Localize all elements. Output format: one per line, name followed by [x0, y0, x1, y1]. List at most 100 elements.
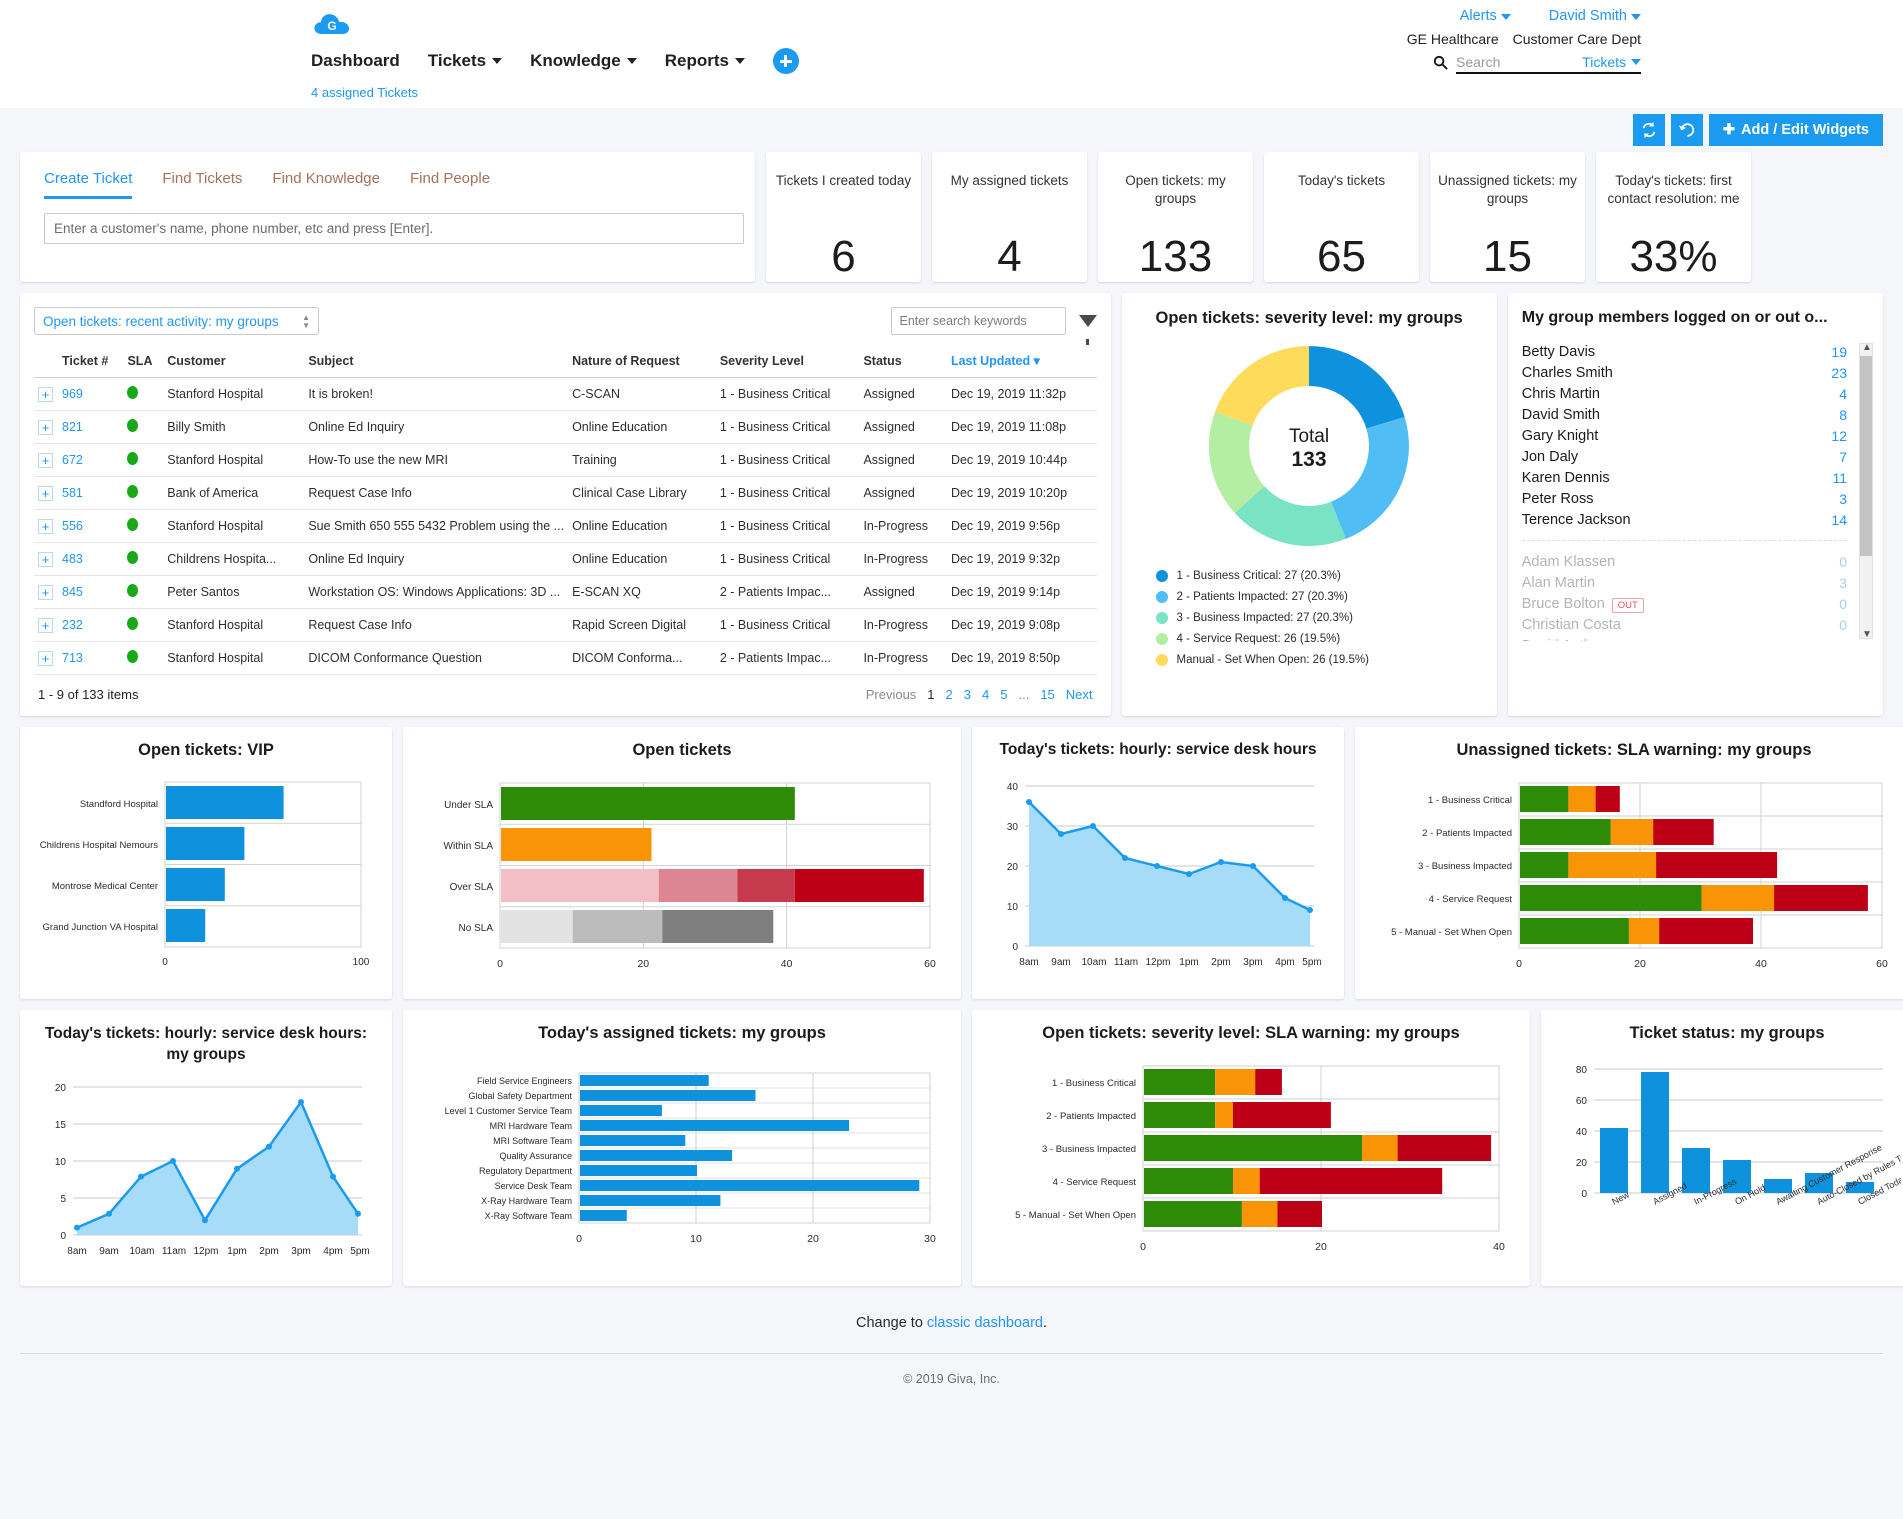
list-item[interactable]: Adam Klassen 0: [1522, 551, 1847, 572]
expand-row-icon[interactable]: +: [38, 419, 53, 435]
cell-ticket[interactable]: 483: [58, 542, 124, 576]
cell-ticket[interactable]: 232: [58, 608, 124, 642]
pagination-page-5[interactable]: 5: [1000, 687, 1007, 702]
nav-item-knowledge[interactable]: Knowledge: [530, 51, 637, 71]
pagination-next[interactable]: Next: [1066, 687, 1093, 702]
donut-slice-manual[interactable]: [1215, 346, 1310, 426]
list-item[interactable]: Terence Jackson 14: [1522, 509, 1847, 530]
search-scope-selector[interactable]: Tickets: [1582, 54, 1641, 70]
col-severity-level[interactable]: Severity Level: [715, 347, 860, 378]
table-row[interactable]: +821 Billy Smith Online Ed Inquiry Online E…: [34, 410, 1097, 444]
nav-item-reports[interactable]: Reports: [665, 51, 745, 71]
expand-row-icon[interactable]: +: [38, 551, 53, 567]
chevron-down-icon[interactable]: ▼: [1862, 629, 1872, 640]
kpi-card-my-assigned-tickets[interactable]: My assigned tickets 4: [932, 152, 1087, 282]
table-view-selector[interactable]: Open tickets: recent activity: my groups…: [34, 307, 319, 335]
col-ticket-number[interactable]: Ticket #: [58, 347, 124, 378]
tab-create-ticket[interactable]: Create Ticket: [44, 170, 133, 199]
table-row[interactable]: +232 Stanford Hospital Request Case Info Ra…: [34, 608, 1097, 642]
cell-ticket[interactable]: 556: [58, 509, 124, 543]
list-item[interactable]: Alan Martin 3: [1522, 572, 1847, 593]
expand-row-icon[interactable]: +: [38, 650, 53, 666]
table-row[interactable]: +713 Stanford Hospital DICOM Conformance Q…: [34, 641, 1097, 675]
donut-slice-patients-impacted[interactable]: [1331, 417, 1410, 539]
legend-item[interactable]: 3 - Business Impacted: 27 (20.3%): [1155, 612, 1485, 624]
scrollbar-thumb[interactable]: [1860, 356, 1872, 556]
table-row[interactable]: +556 Stanford Hospital Sue Smith 650 555 5…: [34, 509, 1097, 543]
legend-item[interactable]: 1 - Business Critical: 27 (20.3%): [1155, 570, 1485, 582]
stepper-icon[interactable]: ▲ ▼: [302, 313, 310, 329]
col-sla[interactable]: SLA: [123, 347, 164, 378]
legend-item[interactable]: 2 - Patients Impacted: 27 (20.3%): [1155, 591, 1485, 603]
add-edit-widgets-button[interactable]: ✚ Add / Edit Widgets: [1708, 114, 1883, 146]
kpi-card-tickets-created-today[interactable]: Tickets I created today 6: [766, 152, 921, 282]
tab-find-people[interactable]: Find People: [410, 170, 490, 199]
svg-text:Regulatory Department: Regulatory Department: [479, 1166, 573, 1176]
table-search-input[interactable]: Enter search keywords: [890, 307, 1066, 335]
list-item[interactable]: Gary Knight 12: [1522, 425, 1847, 446]
kpi-card-first-contact-resolution[interactable]: Today's tickets: first contact resolutio…: [1596, 152, 1751, 282]
list-item[interactable]: Chris Martin 4: [1522, 383, 1847, 404]
cell-ticket[interactable]: 969: [58, 377, 124, 411]
list-item[interactable]: David Anthony 10: [1522, 635, 1847, 642]
assigned-tickets-link[interactable]: 4 assigned Tickets: [311, 85, 418, 100]
nav-item-tickets[interactable]: Tickets: [428, 51, 503, 71]
cell-ticket[interactable]: 845: [58, 575, 124, 609]
kpi-card-unassigned-tickets-my-groups[interactable]: Unassigned tickets: my groups 15: [1430, 152, 1585, 282]
list-item[interactable]: David Smith 8: [1522, 404, 1847, 425]
table-row[interactable]: +581 Bank of America Request Case Info Clin…: [34, 476, 1097, 510]
list-item[interactable]: Jon Daly 7: [1522, 446, 1847, 467]
global-search-input[interactable]: Search Tickets: [1456, 54, 1641, 74]
cell-ticket[interactable]: 821: [58, 410, 124, 444]
expand-row-icon[interactable]: +: [38, 584, 53, 600]
col-nature-of-request[interactable]: Nature of Request: [568, 347, 716, 378]
expand-row-icon[interactable]: +: [38, 485, 53, 501]
table-row[interactable]: +845 Peter Santos Workstation OS: Windows …: [34, 575, 1097, 609]
table-row[interactable]: +672 Stanford Hospital How-To use the new …: [34, 443, 1097, 477]
col-customer[interactable]: Customer: [163, 347, 305, 378]
list-item[interactable]: Charles Smith 23: [1522, 362, 1847, 383]
nav-item-dashboard[interactable]: Dashboard: [311, 51, 400, 71]
kpi-card-open-tickets-my-groups[interactable]: Open tickets: my groups 133: [1098, 152, 1253, 282]
classic-dashboard-link[interactable]: classic dashboard: [927, 1315, 1043, 1331]
col-status[interactable]: Status: [859, 347, 947, 378]
cell-ticket[interactable]: 713: [58, 641, 124, 675]
legend-item[interactable]: 4 - Service Request: 26 (19.5%): [1155, 633, 1485, 645]
legend-item[interactable]: Manual - Set When Open: 26 (19.5%): [1155, 654, 1485, 666]
pagination-previous[interactable]: Previous: [866, 687, 917, 702]
list-item[interactable]: Christian Costa 0: [1522, 614, 1847, 635]
user-menu[interactable]: David Smith: [1549, 8, 1641, 24]
pagination-last-page[interactable]: 15: [1040, 687, 1054, 702]
table-row[interactable]: +483 Childrens Hospita... Online Ed Inquir…: [34, 542, 1097, 576]
pagination-page-3[interactable]: 3: [964, 687, 971, 702]
list-item[interactable]: Peter Ross 3: [1522, 488, 1847, 509]
list-item[interactable]: Karen Dennis 11: [1522, 467, 1847, 488]
alerts-menu[interactable]: Alerts: [1460, 8, 1511, 24]
pagination-page-1[interactable]: 1: [927, 687, 934, 702]
pagination-page-4[interactable]: 4: [982, 687, 989, 702]
members-list[interactable]: Betty Davis 19 Charles Smith 23 Chris Mart…: [1521, 341, 1869, 642]
tab-find-knowledge[interactable]: Find Knowledge: [272, 170, 380, 199]
cell-ticket[interactable]: 581: [58, 476, 124, 510]
plus-circle-icon[interactable]: [772, 48, 799, 74]
refresh-icon[interactable]: [1632, 114, 1665, 146]
donut-slice-business-critical[interactable]: [1309, 346, 1405, 429]
filter-funnel-icon[interactable]: [1078, 315, 1097, 345]
table-row[interactable]: +969 Stanford Hospital It is broken! C-SCAN…: [34, 377, 1097, 411]
tab-find-tickets[interactable]: Find Tickets: [162, 170, 242, 199]
expand-row-icon[interactable]: +: [38, 452, 53, 468]
expand-row-icon[interactable]: +: [38, 617, 53, 633]
cell-ticket[interactable]: 672: [58, 443, 124, 477]
kpi-card-todays-tickets[interactable]: Today's tickets 65: [1264, 152, 1419, 282]
chevron-up-icon[interactable]: ▲: [1862, 342, 1872, 353]
list-item[interactable]: Betty Davis 19: [1522, 341, 1847, 362]
list-item[interactable]: Bruce Bolton OUT 0: [1522, 593, 1847, 614]
pagination-page-2[interactable]: 2: [946, 687, 953, 702]
undo-icon[interactable]: [1670, 114, 1703, 146]
col-subject[interactable]: Subject: [304, 347, 569, 378]
expand-row-icon[interactable]: +: [38, 386, 53, 402]
members-scrollbar[interactable]: ▲ ▼: [1859, 342, 1873, 640]
expand-row-icon[interactable]: +: [38, 518, 53, 534]
col-last-updated[interactable]: Last Updated ▾: [946, 347, 1097, 378]
customer-lookup-input[interactable]: Enter a customer's name, phone number, e…: [44, 213, 744, 244]
